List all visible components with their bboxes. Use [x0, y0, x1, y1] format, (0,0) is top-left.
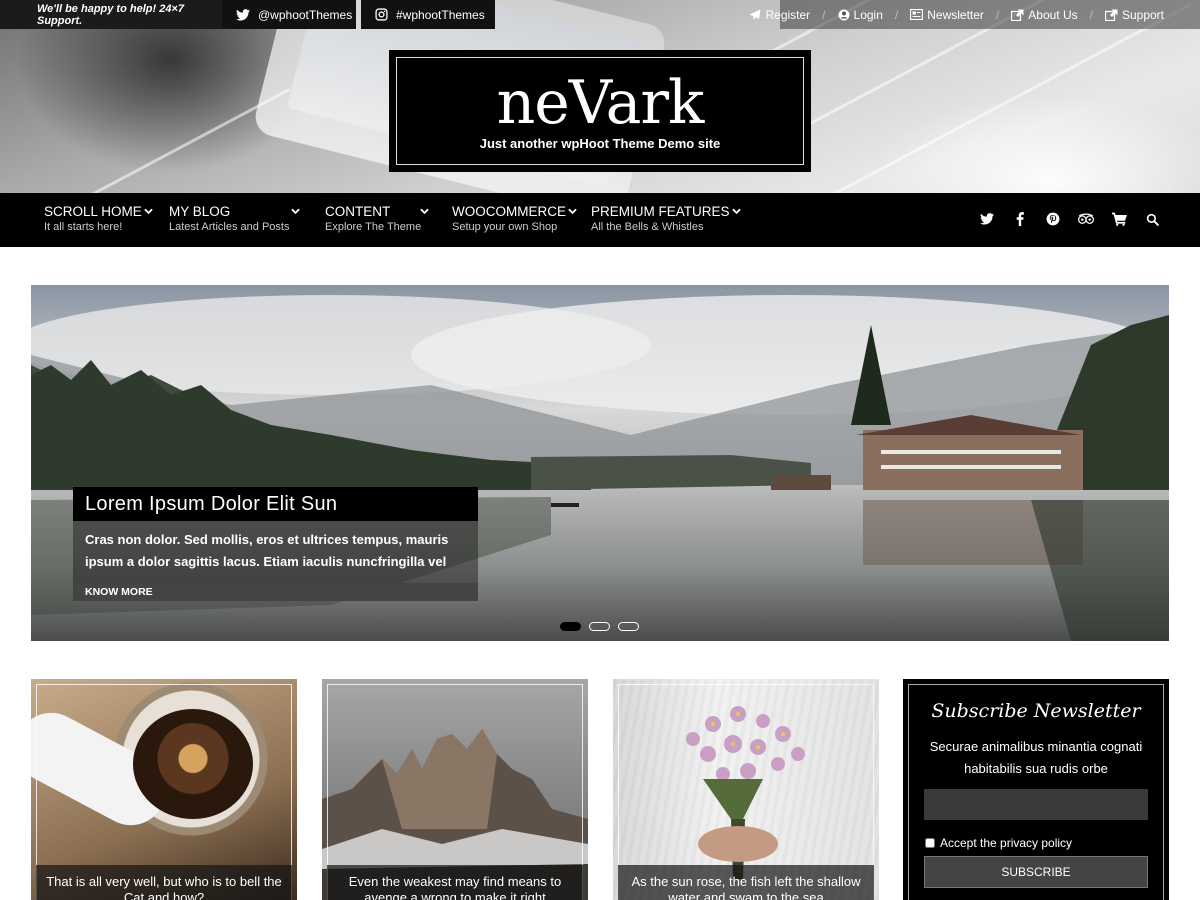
chevron-down-icon	[731, 208, 741, 215]
post-card-caption: That is all very well, but who is to bel…	[36, 865, 292, 900]
slider-dot-2[interactable]	[589, 622, 610, 631]
slide-text: Cras non dolor. Sed mollis, eros et ultr…	[73, 521, 478, 583]
tripadvisor-icon[interactable]	[1078, 211, 1094, 227]
post-card[interactable]: Even the weakest may find means to aveng…	[322, 679, 588, 900]
nav-item-desc: Explore The Theme	[325, 221, 422, 233]
top-bar: We'll be happy to help! 24×7 Support. @w…	[0, 0, 1200, 29]
post-card[interactable]: As the sun rose, the fish left the shall…	[613, 679, 879, 900]
site-tagline: Just another wpHoot Theme Demo site	[479, 136, 721, 151]
main-navigation: SCROLL HOME It all starts here! MY BLOG …	[0, 193, 1200, 247]
chevron-down-icon	[291, 208, 300, 215]
privacy-checkbox-row[interactable]: Accept the privacy policy	[925, 836, 1072, 850]
newsletter-frame: Subscribe Newsletter Securae animalibus …	[908, 684, 1164, 900]
know-more-button[interactable]: KNOW MORE	[73, 583, 478, 601]
table-plank	[59, 88, 291, 193]
site-title: neVark	[496, 68, 705, 138]
nav-item-scroll-home[interactable]: SCROLL HOME It all starts here!	[44, 204, 153, 233]
about-us-label: About Us	[1028, 7, 1078, 22]
post-card[interactable]: That is all very well, but who is to bel…	[31, 679, 297, 900]
nav-social-icons	[979, 211, 1160, 227]
cart-icon[interactable]	[1111, 211, 1127, 227]
instagram-link[interactable]: #wphootThemes	[361, 0, 495, 29]
support-text: We'll be happy to help! 24×7 Support.	[0, 0, 222, 29]
slider-pagination	[560, 622, 639, 631]
newsletter-link[interactable]: Newsletter	[886, 8, 984, 22]
register-link[interactable]: Register	[725, 8, 810, 22]
nav-item-title: MY BLOG	[169, 204, 231, 219]
external-link-icon	[1011, 9, 1024, 21]
nav-item-desc: All the Bells & Whistles	[591, 221, 704, 233]
hero-slider: Lorem Ipsum Dolor Elit Sun Cras non dolo…	[31, 285, 1169, 641]
top-bar-links: Register / Login / Newsletter / About Us…	[749, 0, 1200, 29]
post-card-caption: As the sun rose, the fish left the shall…	[618, 865, 874, 900]
table-plank	[819, 2, 1192, 193]
nav-item-title: SCROLL HOME	[44, 204, 142, 219]
external-link-icon	[1104, 9, 1118, 21]
newsletter-widget: Subscribe Newsletter Securae animalibus …	[903, 679, 1169, 900]
search-icon[interactable]	[1144, 211, 1160, 227]
twitter-icon	[236, 8, 250, 21]
login-label: Login	[853, 7, 883, 22]
paper-plane-icon	[749, 9, 761, 20]
register-label: Register	[765, 7, 811, 22]
nav-item-title: CONTENT	[325, 204, 391, 219]
site-logo[interactable]: neVark Just another wpHoot Theme Demo si…	[389, 50, 811, 172]
login-link[interactable]: Login	[814, 8, 883, 22]
slide-caption: Lorem Ipsum Dolor Elit Sun Cras non dolo…	[73, 487, 478, 601]
pinterest-icon[interactable]	[1045, 211, 1061, 227]
nav-item-desc: It all starts here!	[44, 221, 123, 233]
logo-frame: neVark Just another wpHoot Theme Demo si…	[396, 57, 804, 165]
user-icon	[838, 9, 850, 20]
privacy-label: Accept the privacy policy	[940, 836, 1073, 850]
nav-item-premium-features[interactable]: PREMIUM FEATURES All the Bells & Whistle…	[591, 204, 741, 233]
about-us-link[interactable]: About Us	[987, 7, 1078, 22]
nav-item-title: PREMIUM FEATURES	[591, 204, 730, 219]
slider-dot-1[interactable]	[560, 622, 581, 631]
nav-item-desc: Latest Articles and Posts	[169, 221, 290, 233]
nav-item-content[interactable]: CONTENT Explore The Theme	[325, 204, 429, 233]
support-link[interactable]: Support	[1081, 8, 1164, 22]
newsletter-title: Subscribe Newsletter	[931, 700, 1141, 722]
newsletter-label: Newsletter	[927, 7, 984, 22]
newsletter-email-input[interactable]	[924, 789, 1148, 820]
twitter-icon[interactable]	[979, 211, 995, 227]
nav-item-my-blog[interactable]: MY BLOG Latest Articles and Posts	[169, 204, 300, 233]
newspaper-icon	[910, 9, 924, 20]
chevron-down-icon	[144, 208, 153, 215]
instagram-icon	[375, 8, 388, 21]
newsletter-description: Securae animalibus minantia cognati habi…	[929, 739, 1143, 776]
facebook-icon[interactable]	[1012, 211, 1028, 227]
slide-title: Lorem Ipsum Dolor Elit Sun	[73, 487, 478, 521]
slider-dot-3[interactable]	[618, 622, 639, 631]
privacy-checkbox[interactable]	[925, 838, 935, 848]
post-card-caption: Even the weakest may find means to aveng…	[327, 865, 583, 900]
nav-item-title: WOOCOMMERCE	[452, 204, 566, 219]
nav-item-woocommerce[interactable]: WOOCOMMERCE Setup your own Shop	[452, 204, 577, 233]
twitter-link[interactable]: @wphootThemes	[222, 0, 356, 29]
chevron-down-icon	[568, 208, 577, 215]
instagram-handle: #wphootThemes	[396, 7, 485, 22]
chevron-down-icon	[420, 208, 429, 215]
support-label: Support	[1121, 7, 1164, 22]
twitter-handle: @wphootThemes	[258, 7, 353, 22]
subscribe-button[interactable]: SUBSCRIBE	[924, 856, 1148, 888]
nav-item-desc: Setup your own Shop	[452, 221, 558, 233]
